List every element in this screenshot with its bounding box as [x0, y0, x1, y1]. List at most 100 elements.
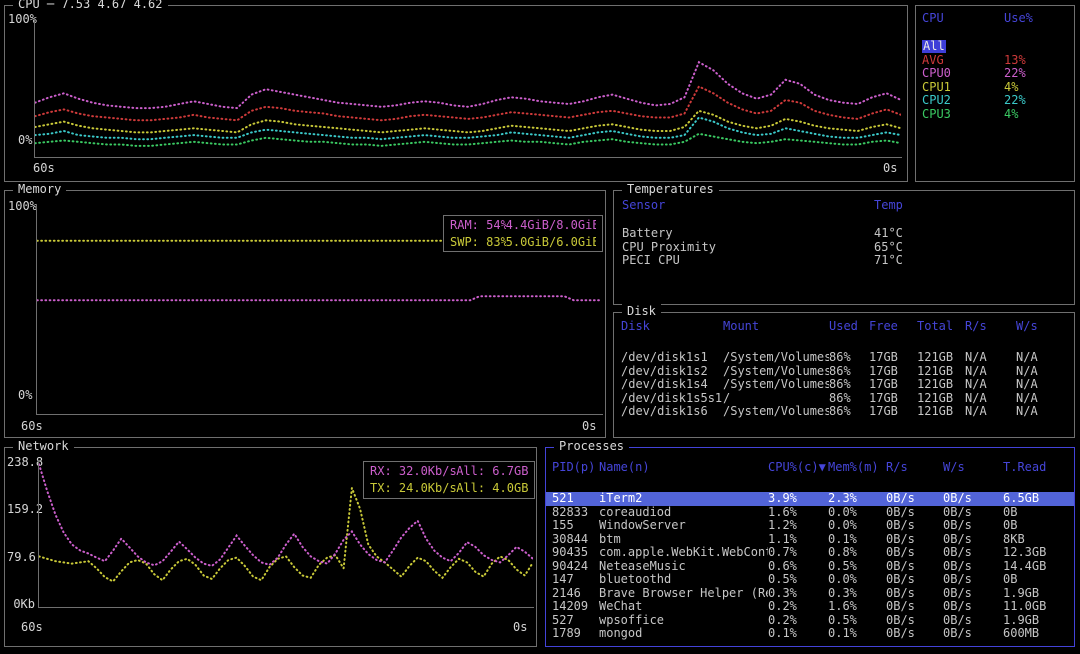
memory-y-max-label: 100%: [8, 200, 37, 212]
disk-header-cell: Mount: [723, 320, 829, 334]
process-row[interactable]: 147bluetoothd0.5%0.0%0B/s0B/s0B: [546, 573, 1074, 587]
process-write-rate: 0B/s: [943, 546, 1003, 560]
process-name: btm: [599, 533, 768, 547]
cpu-y-min-label: 0%: [18, 134, 32, 146]
process-name: WeChat: [599, 600, 768, 614]
cpu-legend-core-name: CPU3: [922, 108, 1004, 122]
memory-legend-line-label: RAM: 54%: [450, 218, 506, 233]
disk-total: 121GB: [917, 378, 965, 392]
processes-rows: 521iTerm23.9%2.3%0B/s0B/s6.5GB82833corea…: [546, 492, 1074, 641]
disk-used: 86%: [829, 378, 869, 392]
process-mem-percent: 0.5%: [828, 614, 886, 628]
process-row[interactable]: 14209WeChat0.2%1.6%0B/s0B/s11.0GB: [546, 600, 1074, 614]
process-row[interactable]: 90435com.apple.WebKit.WebContent0.7%0.8%…: [546, 546, 1074, 560]
disk-free: 17GB: [869, 392, 917, 406]
process-mem-percent: 0.5%: [828, 560, 886, 574]
process-sort-header[interactable]: PID(p): [552, 461, 599, 475]
process-cpu-percent: 0.6%: [768, 560, 828, 574]
cpu-panel-title: CPU ─ 7.53 4.67 4.62: [13, 0, 168, 11]
cpu-legend-core-name: All: [922, 40, 1004, 54]
cpu-legend-row[interactable]: AVG13%: [916, 54, 1074, 68]
disk-write-rate: N/A: [1016, 365, 1073, 379]
disk-free: 17GB: [869, 378, 917, 392]
process-row[interactable]: 521iTerm23.9%2.3%0B/s0B/s6.5GB: [546, 492, 1074, 506]
process-mem-percent: 0.1%: [828, 533, 886, 547]
process-name: Brave Browser Helper (Rende…: [599, 587, 768, 601]
memory-legend-box: RAM: 54%4.4GiB/8.0GiB SWP: 83%5.0GiB/6.0G…: [443, 215, 603, 252]
disk-free: 17GB: [869, 351, 917, 365]
process-pid: 90435: [552, 546, 599, 560]
process-total-read: 1.9GB: [1003, 587, 1074, 601]
process-pid: 2146: [552, 587, 599, 601]
cpu-legend-row[interactable]: CPU222%: [916, 94, 1074, 108]
process-mem-percent: 0.1%: [828, 627, 886, 641]
disk-header-cell: Used: [829, 320, 869, 334]
disk-used: 86%: [829, 405, 869, 419]
process-write-rate: 0B/s: [943, 587, 1003, 601]
cpu-legend-row[interactable]: CPU34%: [916, 108, 1074, 122]
network-legend-line-value: All: 4.0GB: [456, 481, 528, 496]
temperature-row: Battery41°C: [614, 227, 1072, 241]
network-panel[interactable]: 238.8159.279.60Kb Network RX: 32.0Kb/sAl…: [4, 447, 537, 647]
series-cpu0: [35, 62, 901, 108]
process-mem-percent: 0.3%: [828, 587, 886, 601]
disk-panel[interactable]: Disk DiskMountUsedFreeTotalR/sW/s /dev/d…: [613, 312, 1075, 438]
processes-header: PID(p)Name(n)CPU%(c)▼Mem%(m)R/sW/sT.Read: [546, 461, 1074, 475]
cpu-legend-row[interactable]: CPU022%: [916, 67, 1074, 81]
process-row[interactable]: 2146Brave Browser Helper (Rende…0.3%0.3%…: [546, 587, 1074, 601]
process-total-read: 14.4GB: [1003, 560, 1074, 574]
cpu-panel[interactable]: CPU ─ 7.53 4.67 4.62 100% 0% 60s 0s: [4, 5, 908, 182]
disk-panel-title: Disk: [622, 304, 661, 318]
cpu-legend-panel[interactable]: CPU Use% AllAVG13%CPU022%CPU14%CPU222%CP…: [915, 5, 1075, 182]
temperatures-panel[interactable]: Temperatures Sensor Temp Battery41°CCPU …: [613, 190, 1075, 305]
disk-total: 121GB: [917, 392, 965, 406]
process-pid: 155: [552, 519, 599, 533]
process-name: NeteaseMusic: [599, 560, 768, 574]
disk-read-rate: N/A: [965, 378, 1016, 392]
process-read-rate: 0B/s: [886, 573, 943, 587]
process-pid: 527: [552, 614, 599, 628]
process-row[interactable]: 527wpsoffice0.2%0.5%0B/s0B/s1.9GB: [546, 614, 1074, 628]
network-legend-line-label: TX: 24.0Kb/s: [370, 481, 456, 496]
process-row[interactable]: 1789mongod0.1%0.1%0B/s0B/s600MB: [546, 627, 1074, 641]
cpu-x-right-label: 0s: [883, 162, 897, 174]
process-total-read: 600MB: [1003, 627, 1074, 641]
cpu-legend-rows: AllAVG13%CPU022%CPU14%CPU222%CPU34%: [916, 40, 1074, 121]
process-mem-percent: 0.0%: [828, 573, 886, 587]
process-cpu-percent: 0.2%: [768, 600, 828, 614]
disk-row: /dev/disk1s4/System/Volumes/…86%17GB121G…: [614, 378, 1073, 392]
process-sort-header[interactable]: W/s: [943, 461, 1003, 475]
process-mem-percent: 2.3%: [828, 492, 886, 506]
process-read-rate: 0B/s: [886, 533, 943, 547]
process-sort-header[interactable]: CPU%(c)▼: [768, 461, 828, 475]
process-pid: 82833: [552, 506, 599, 520]
process-sort-header[interactable]: R/s: [886, 461, 943, 475]
process-row[interactable]: 90424NeteaseMusic0.6%0.5%0B/s0B/s14.4GB: [546, 560, 1074, 574]
disk-device: /dev/disk1s4: [621, 378, 723, 392]
process-read-rate: 0B/s: [886, 600, 943, 614]
memory-legend-line: RAM: 54%4.4GiB/8.0GiB: [450, 218, 596, 233]
processes-panel[interactable]: Processes PID(p)Name(n)CPU%(c)▼Mem%(m)R/…: [545, 447, 1075, 647]
process-write-rate: 0B/s: [943, 506, 1003, 520]
process-row[interactable]: 155WindowServer1.2%0.0%0B/s0B/s0B: [546, 519, 1074, 533]
memory-legend-line: SWP: 83%5.0GiB/6.0GiB: [450, 235, 596, 250]
process-sort-header[interactable]: Mem%(m): [828, 461, 886, 475]
process-sort-header[interactable]: T.Read: [1003, 461, 1074, 475]
disk-write-rate: N/A: [1016, 405, 1073, 419]
temps-header-sensor: Sensor: [622, 199, 874, 213]
process-cpu-percent: 3.9%: [768, 492, 828, 506]
cpu-legend-row[interactable]: All: [916, 40, 1074, 54]
network-y-tick-label: 238.8: [7, 456, 35, 468]
disk-device: /dev/disk1s6: [621, 405, 723, 419]
disk-free: 17GB: [869, 365, 917, 379]
process-sort-header[interactable]: Name(n): [599, 461, 768, 475]
process-row[interactable]: 82833coreaudiod1.6%0.0%0B/s0B/s0B: [546, 506, 1074, 520]
cpu-legend-row[interactable]: CPU14%: [916, 81, 1074, 95]
disk-write-rate: N/A: [1016, 351, 1073, 365]
network-x-left-label: 60s: [21, 621, 43, 633]
process-row[interactable]: 30844btm1.1%0.1%0B/s0B/s8KB: [546, 533, 1074, 547]
process-read-rate: 0B/s: [886, 519, 943, 533]
memory-panel[interactable]: Memory 100% 0% RAM: 54%4.4GiB/8.0GiBSWP:…: [4, 190, 606, 438]
disk-header-cell: W/s: [1016, 320, 1073, 334]
disk-row: /dev/disk1s6/System/Volumes/…86%17GB121G…: [614, 405, 1073, 419]
